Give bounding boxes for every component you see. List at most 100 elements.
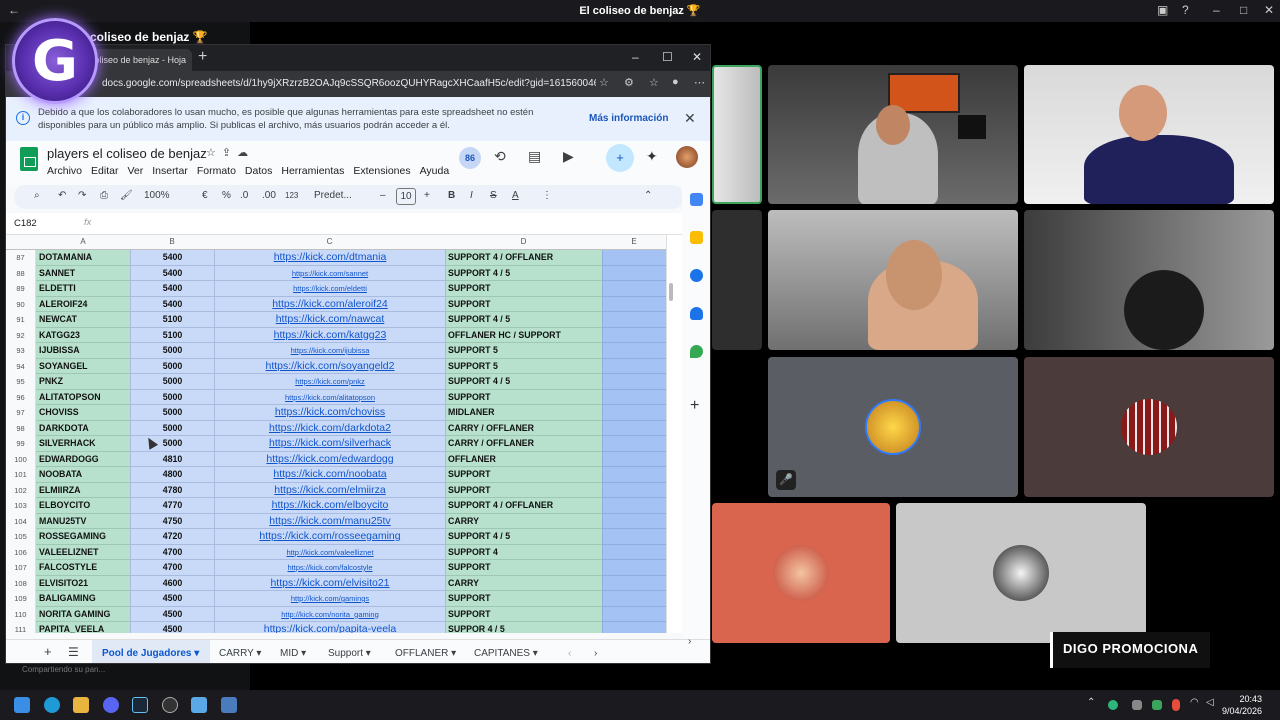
empty-cell[interactable] bbox=[602, 451, 666, 467]
row-number[interactable]: 103 bbox=[6, 498, 36, 514]
server-name[interactable]: coliseo de benjaz 🏆 bbox=[90, 30, 208, 44]
role-cell[interactable]: OFFLANER HC / SUPPORT bbox=[445, 327, 602, 343]
empty-cell[interactable] bbox=[602, 575, 666, 591]
menu-datos[interactable]: Datos bbox=[245, 165, 272, 177]
row-number[interactable]: 101 bbox=[6, 467, 36, 483]
text-color-icon[interactable]: A bbox=[512, 190, 519, 201]
spreadsheet-grid[interactable]: A B C D E 87 DOTAMANIA 5400 https://kick.co… bbox=[6, 235, 666, 633]
font-increase-icon[interactable]: + bbox=[424, 190, 430, 201]
empty-cell[interactable] bbox=[602, 591, 666, 607]
role-cell[interactable]: SUPPORT 4 / 5 bbox=[445, 374, 602, 390]
kick-link-cell[interactable]: https://kick.com/ijubissa bbox=[214, 343, 445, 359]
font-select[interactable]: Predet... bbox=[314, 190, 352, 201]
sheets-logo-icon[interactable] bbox=[20, 147, 38, 171]
kick-link-cell[interactable]: https://kick.com/choviss bbox=[214, 405, 445, 421]
role-cell[interactable]: CARRY bbox=[445, 513, 602, 529]
empty-cell[interactable] bbox=[602, 622, 666, 633]
role-cell[interactable]: SUPPOR 4 / 5 bbox=[445, 622, 602, 633]
video-tile-streamer-3[interactable] bbox=[768, 210, 1018, 350]
kick-link-cell[interactable]: https://kick.com/soyangeld2 bbox=[214, 358, 445, 374]
role-cell[interactable]: MIDLANER bbox=[445, 405, 602, 421]
player-name-cell[interactable]: ROSSEGAMING bbox=[36, 529, 130, 545]
row-number[interactable]: 95 bbox=[6, 374, 36, 390]
kick-link-cell[interactable]: https://kick.com/silverhack bbox=[214, 436, 445, 452]
player-name-cell[interactable]: DARKDOTA bbox=[36, 420, 130, 436]
mmr-cell[interactable]: 5000 bbox=[130, 436, 214, 452]
kick-link-cell[interactable]: https://kick.com/rosseegaming bbox=[214, 529, 445, 545]
player-name-cell[interactable]: EDWARDOGG bbox=[36, 451, 130, 467]
tray-icon-3[interactable] bbox=[1152, 700, 1162, 710]
row-number[interactable]: 92 bbox=[6, 327, 36, 343]
kick-link-cell[interactable]: https://kick.com/elvisito21 bbox=[214, 575, 445, 591]
close-icon[interactable]: ✕ bbox=[1264, 3, 1274, 17]
row-number[interactable]: 102 bbox=[6, 482, 36, 498]
maximize-icon[interactable]: □ bbox=[1240, 3, 1247, 17]
window-minimize-icon[interactable]: – bbox=[632, 50, 639, 64]
browser-tab[interactable]: coliseo de benjaz - Hoja bbox=[82, 49, 192, 71]
role-cell[interactable]: SUPPORT bbox=[445, 560, 602, 576]
inbox-icon[interactable]: ▣ bbox=[1157, 3, 1168, 17]
tab-mid[interactable]: MID ▾ bbox=[280, 648, 306, 659]
currency-icon[interactable]: € bbox=[202, 190, 208, 201]
row-number[interactable]: 100 bbox=[6, 451, 36, 467]
decrease-decimal-icon[interactable]: .0 bbox=[240, 190, 248, 201]
mmr-cell[interactable]: 4700 bbox=[130, 560, 214, 576]
role-cell[interactable]: SUPPORT bbox=[445, 606, 602, 622]
bookmark-icon[interactable]: ☆ bbox=[649, 76, 659, 89]
kick-link-cell[interactable]: https://kick.com/papita-veela bbox=[214, 622, 445, 633]
meet-icon[interactable]: ▶ bbox=[563, 148, 574, 165]
role-cell[interactable]: OFFLANER bbox=[445, 451, 602, 467]
row-number[interactable]: 99 bbox=[6, 436, 36, 452]
empty-cell[interactable] bbox=[602, 529, 666, 545]
row-number[interactable]: 94 bbox=[6, 358, 36, 374]
row-number[interactable]: 110 bbox=[6, 606, 36, 622]
kick-link-cell[interactable]: https://kick.com/edwardogg bbox=[214, 451, 445, 467]
mmr-cell[interactable]: 5400 bbox=[130, 265, 214, 281]
player-name-cell[interactable]: SOYANGEL bbox=[36, 358, 130, 374]
kick-link-cell[interactable]: http://kick.com/valeelliznet bbox=[214, 544, 445, 560]
kick-link-cell[interactable]: http://kick.com/gamings bbox=[214, 591, 445, 607]
video-tile-avatar-2[interactable] bbox=[1024, 357, 1274, 497]
redo-icon[interactable]: ↷ bbox=[78, 190, 86, 201]
role-cell[interactable]: CARRY / OFFLANER bbox=[445, 436, 602, 452]
menu-archivo[interactable]: Archivo bbox=[47, 165, 82, 177]
scroll-tabs-left-icon[interactable]: ‹ bbox=[568, 648, 571, 659]
document-title[interactable]: players el coliseo de benjaz bbox=[47, 146, 207, 161]
empty-cell[interactable] bbox=[602, 374, 666, 390]
mmr-cell[interactable]: 4750 bbox=[130, 513, 214, 529]
mmr-cell[interactable]: 4700 bbox=[130, 544, 214, 560]
add-sheet-icon[interactable]: + bbox=[44, 644, 52, 659]
player-name-cell[interactable]: VALEELIZNET bbox=[36, 544, 130, 560]
mmr-cell[interactable]: 5000 bbox=[130, 420, 214, 436]
player-name-cell[interactable]: ALITATOPSON bbox=[36, 389, 130, 405]
player-name-cell[interactable]: BALIGAMING bbox=[36, 591, 130, 607]
paint-format-icon[interactable]: 🖌 bbox=[120, 190, 133, 201]
percent-icon[interactable]: % bbox=[222, 190, 231, 201]
kick-link-cell[interactable]: https://kick.com/eldetti bbox=[214, 281, 445, 297]
window-maximize-icon[interactable]: ☐ bbox=[662, 50, 673, 64]
player-name-cell[interactable]: SANNET bbox=[36, 265, 130, 281]
column-header[interactable]: A bbox=[36, 237, 130, 246]
add-addon-icon[interactable]: + bbox=[690, 397, 699, 415]
keep-icon[interactable] bbox=[690, 231, 703, 244]
tray-overflow-icon[interactable]: ⌃ bbox=[1087, 697, 1103, 713]
player-name-cell[interactable]: ELBOYCITO bbox=[36, 498, 130, 514]
row-number[interactable]: 91 bbox=[6, 312, 36, 328]
comments-icon[interactable]: ▤ bbox=[528, 148, 541, 165]
role-cell[interactable]: SUPPORT bbox=[445, 281, 602, 297]
mmr-cell[interactable]: 4720 bbox=[130, 529, 214, 545]
player-name-cell[interactable]: ELMIIRZA bbox=[36, 482, 130, 498]
empty-cell[interactable] bbox=[602, 265, 666, 281]
player-name-cell[interactable]: DOTAMANIA bbox=[36, 250, 130, 266]
mmr-cell[interactable]: 4780 bbox=[130, 482, 214, 498]
scroll-tabs-right-icon[interactable]: › bbox=[594, 648, 597, 659]
zoom-select[interactable]: 100% bbox=[144, 190, 170, 201]
empty-cell[interactable] bbox=[602, 327, 666, 343]
strikethrough-icon[interactable]: S bbox=[490, 190, 497, 201]
row-number[interactable]: 98 bbox=[6, 420, 36, 436]
minimize-icon[interactable]: – bbox=[1213, 3, 1220, 17]
player-name-cell[interactable]: IJUBISSA bbox=[36, 343, 130, 359]
undo-icon[interactable]: ↶ bbox=[58, 190, 66, 201]
tray-icon-2[interactable] bbox=[1132, 700, 1142, 710]
all-sheets-icon[interactable]: ☰ bbox=[68, 645, 79, 659]
